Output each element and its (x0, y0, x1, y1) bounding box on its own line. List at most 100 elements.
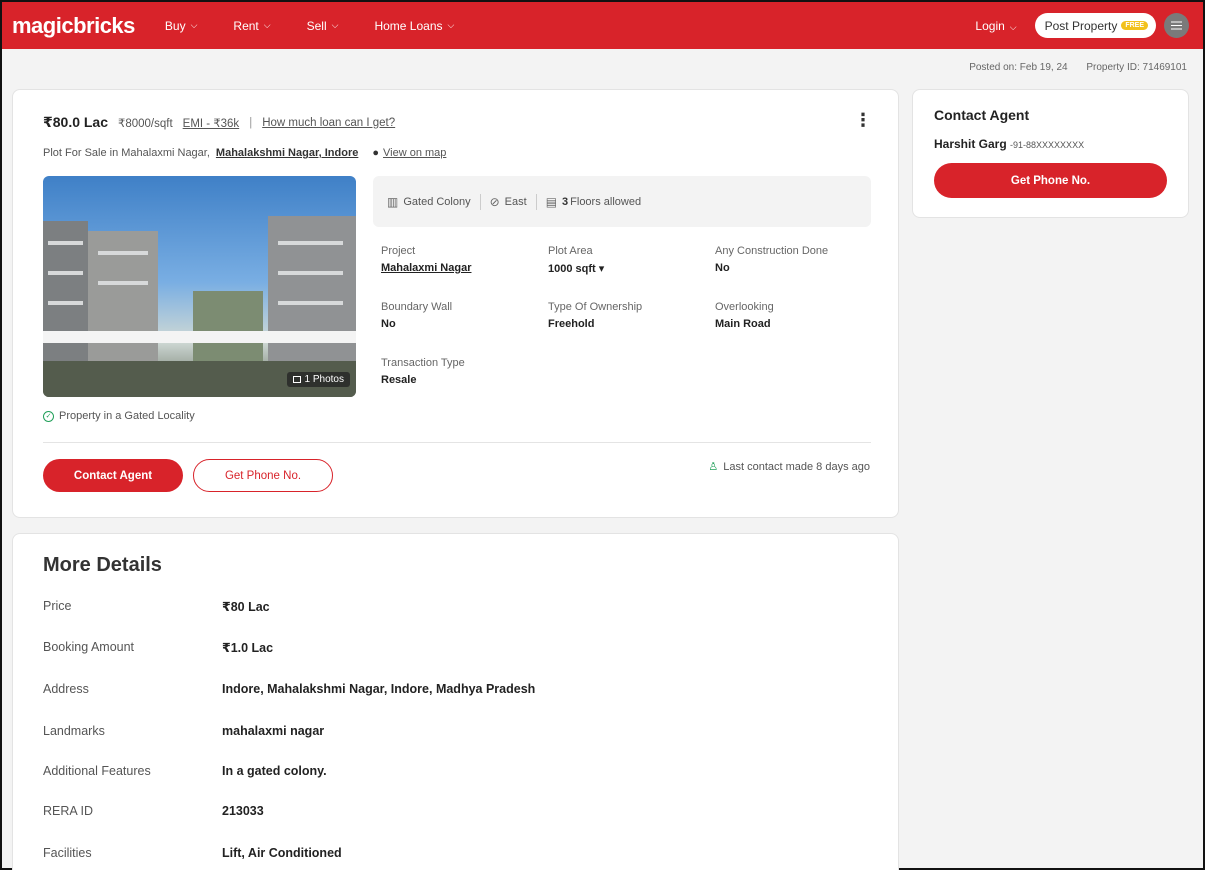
detail-label: Address (43, 682, 89, 696)
detail-row-price: Price ₹80 Lac (43, 599, 270, 614)
last-contact-text: Last contact made 8 days ago (723, 460, 870, 473)
top-header: magicbricks Buy ⌵ Rent ⌵ Sell ⌵ Home Loans ⌵… (2, 2, 1203, 49)
post-property-button[interactable]: Post Property FREE (1034, 13, 1156, 38)
more-details-card: More Details Price ₹80 Lac Booking Amoun… (12, 533, 899, 870)
chevron-down-icon: ⌵ (1009, 21, 1017, 32)
chip-floors-number: 3 (562, 195, 569, 208)
photo-building (268, 216, 356, 366)
photo-detail (48, 241, 83, 245)
agent-info: Harshit Garg -91-88XXXXXXXX (934, 137, 1084, 151)
price-row: ₹80.0 Lac ₹8000/sqft EMI - ₹36k | How mu… (43, 114, 395, 131)
project-link[interactable]: Mahalaxmi Nagar (381, 262, 471, 274)
attr-project: Project Mahalaxmi Nagar (381, 245, 471, 274)
hamburger-icon (1171, 24, 1182, 27)
view-on-map-link[interactable]: View on map (383, 147, 446, 159)
posted-info: Posted on: Feb 19, 24 Property ID: 71469… (969, 62, 1187, 73)
attr-value: No (715, 262, 730, 274)
chevron-down-icon: ⌵ (447, 20, 455, 30)
property-id: Property ID: 71469101 (1086, 62, 1187, 73)
detail-row-address: Address Indore, Mahalakshmi Nagar, Indor… (43, 682, 535, 696)
chevron-down-icon: ⌵ (190, 20, 198, 30)
last-contact-info: ♙ Last contact made 8 days ago (708, 460, 870, 474)
chip-floors-label: Floors allowed (570, 195, 642, 208)
price-per-sqft: ₹8000/sqft (118, 117, 173, 130)
more-options-icon[interactable]: ⋮ (854, 110, 872, 131)
detail-value: Indore, Mahalakshmi Nagar, Indore, Madhy… (222, 682, 536, 696)
more-details-title: More Details (43, 554, 162, 576)
chip-gated-colony: ▥ Gated Colony (387, 195, 471, 209)
attr-transaction: Transaction Type Resale (381, 357, 465, 386)
location-prefix: Plot For Sale in Mahalaxmi Nagar, (43, 147, 210, 159)
agent-get-phone-button[interactable]: Get Phone No. (934, 163, 1167, 198)
chip-facing: ⊘ East (490, 195, 527, 209)
logo[interactable]: magicbricks (12, 13, 135, 39)
chip-divider (535, 193, 537, 210)
loan-eligibility-link[interactable]: How much loan can I get? (262, 117, 395, 129)
emi-link[interactable]: EMI - ₹36k (183, 116, 240, 130)
property-photo[interactable]: 1 Photos (43, 176, 356, 397)
contact-agent-card: Contact Agent Harshit Garg -91-88XXXXXXX… (912, 89, 1189, 218)
attr-label: Project (381, 245, 416, 257)
detail-row-booking: Booking Amount ₹1.0 Lac (43, 640, 273, 655)
divider (43, 442, 871, 443)
free-badge: FREE (1121, 21, 1148, 30)
map-pin-icon: ● (372, 147, 380, 159)
plot-area-unit-dropdown[interactable]: 1000 sqft ▾ (548, 262, 604, 275)
gated-note-text: Property in a Gated Locality (59, 410, 195, 422)
photo-detail (98, 251, 148, 255)
check-circle-icon: ✓ (43, 410, 54, 422)
attr-label: Plot Area (548, 245, 593, 257)
login-label: Login (975, 18, 1005, 33)
detail-value: ₹80 Lac (222, 600, 270, 614)
attr-overlooking: Overlooking Main Road (715, 301, 774, 330)
attr-construction: Any Construction Done No (715, 245, 828, 274)
attr-boundary-wall: Boundary Wall No (381, 301, 452, 330)
photo-detail (48, 301, 83, 305)
gate-icon: ▥ (387, 194, 399, 209)
nav-sell-label: Sell (306, 18, 327, 33)
contact-agent-button[interactable]: Contact Agent (43, 459, 183, 492)
attr-value: Main Road (715, 318, 771, 330)
detail-row-rera: RERA ID 213033 (43, 804, 264, 818)
price: ₹80.0 Lac (43, 114, 109, 130)
attr-label: Boundary Wall (381, 301, 453, 313)
nav-home-loans[interactable]: Home Loans ⌵ (374, 19, 454, 33)
attr-label: Type Of Ownership (548, 301, 643, 313)
compass-icon: ⊘ (489, 194, 500, 209)
locality-link[interactable]: Mahalakshmi Nagar, Indore (216, 147, 358, 159)
photo-detail (98, 281, 148, 285)
attr-value: Resale (381, 374, 417, 386)
chip-divider (479, 193, 481, 210)
photo-detail (43, 331, 356, 343)
agent-name: Harshit Garg (934, 137, 1007, 151)
chip-facing-label: East (504, 195, 527, 208)
detail-label: RERA ID (43, 804, 94, 818)
hamburger-menu-button[interactable] (1164, 13, 1189, 38)
chip-gated-label: Gated Colony (403, 195, 471, 208)
detail-row-features: Additional Features In a gated colony. (43, 764, 327, 778)
nav-buy-label: Buy (164, 18, 186, 33)
login-button[interactable]: Login ⌵ (975, 19, 1016, 33)
nav-rent[interactable]: Rent ⌵ (233, 19, 270, 33)
attr-value: No (381, 318, 396, 330)
photo-count-badge[interactable]: 1 Photos (286, 372, 350, 387)
nav-rent-label: Rent (233, 18, 259, 33)
nav-sell[interactable]: Sell ⌵ (307, 19, 339, 33)
post-property-label: Post Property (1044, 18, 1118, 33)
photo-detail (278, 301, 343, 305)
photo-detail (48, 271, 83, 275)
detail-label: Price (43, 599, 72, 613)
attr-label: Transaction Type (381, 357, 465, 369)
detail-value: Lift, Air Conditioned (222, 846, 342, 860)
detail-row-landmarks: Landmarks mahalaxmi nagar (43, 724, 324, 738)
gated-locality-note: ✓ Property in a Gated Locality (43, 410, 195, 422)
attr-ownership: Type Of Ownership Freehold (548, 301, 642, 330)
photo-count: 1 Photos (304, 374, 344, 385)
agent-phone-masked: -91-88XXXXXXXX (1010, 140, 1085, 150)
detail-value: ₹1.0 Lac (222, 641, 274, 655)
attr-value: Freehold (548, 318, 595, 330)
nav-buy[interactable]: Buy ⌵ (165, 19, 198, 33)
detail-value: mahalaxmi nagar (222, 724, 325, 738)
user-icon: ♙ (708, 461, 719, 473)
get-phone-button[interactable]: Get Phone No. (193, 459, 333, 492)
